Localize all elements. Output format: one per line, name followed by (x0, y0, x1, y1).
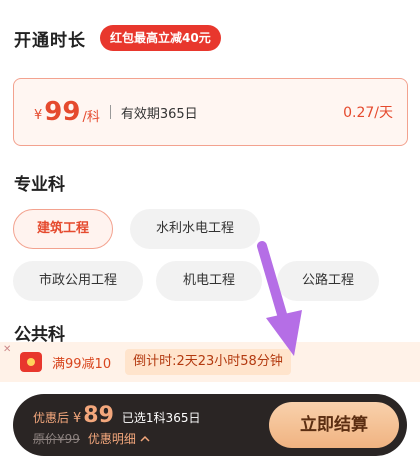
subject-chip-municipal[interactable]: 市政公用工程 (13, 261, 143, 301)
professional-title: 专业科 (14, 175, 65, 195)
price-unit: /科 (82, 109, 100, 125)
checkout-button[interactable]: 立即结算 (269, 402, 399, 448)
pointer-arrow-icon (257, 241, 302, 356)
original-price: 原价¥99 (33, 432, 80, 446)
plan-option-365[interactable]: ¥ 99 /科 有效期365日 0.27/天 (13, 78, 408, 146)
plan-daily-price: 0.27/天 (343, 105, 393, 121)
plan-validity: 有效期365日 (120, 106, 198, 122)
coupon-text: 满99减10 (52, 356, 112, 372)
price-value: 99 (44, 97, 81, 127)
selected-summary: 已选1科365日 (121, 411, 201, 425)
duration-title: 开通时长 (14, 30, 86, 51)
promo-badge[interactable]: 红包最高立减40元 (100, 25, 221, 51)
close-icon[interactable]: ✕ (3, 344, 11, 355)
subject-chip-hydraulic[interactable]: 水利水电工程 (130, 209, 260, 249)
final-price: 89 (83, 403, 114, 428)
duration-header: 开通时长 红包最高立减40元 (14, 20, 221, 56)
checkout-info: 优惠后 ¥ 89 已选1科365日 原价¥99 优惠明细 (33, 403, 200, 447)
price-currency: ¥ (34, 107, 43, 123)
after-discount-label: 优惠后 (33, 411, 70, 425)
checkout-bar: 优惠后 ¥ 89 已选1科365日 原价¥99 优惠明细 立即结算 (13, 394, 407, 456)
divider (109, 105, 111, 119)
subject-chip-building[interactable]: 建筑工程 (13, 209, 113, 249)
subject-chip-mechanical[interactable]: 机电工程 (156, 261, 262, 301)
red-packet-icon (20, 352, 42, 372)
final-currency: ¥ (73, 411, 82, 426)
coupon-bar: ✕ 满99减10 倒计时:2天23小时58分钟 (0, 342, 420, 382)
chevron-up-icon[interactable] (140, 435, 150, 443)
discount-detail-link[interactable]: 优惠明细 (88, 430, 136, 447)
